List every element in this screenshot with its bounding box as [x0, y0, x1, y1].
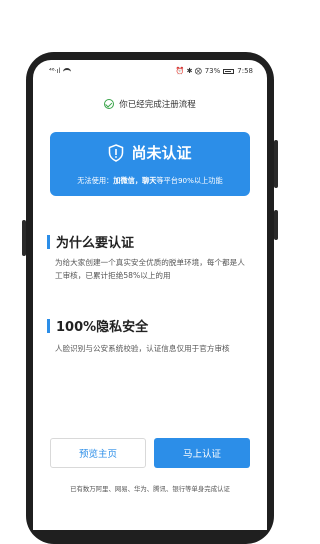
section-accent-bar — [47, 234, 50, 249]
registration-status: 你已经完成注册流程 — [33, 98, 267, 110]
battery-percent: 73% — [204, 67, 221, 75]
section-privacy-title-text: 100%隐私安全 — [56, 320, 149, 335]
section-why-title: 为什么要认证 — [47, 232, 134, 251]
battery-icon — [223, 68, 235, 74]
footer-note: 已有数万阿里、网易、华为、腾讯、银行等单身完成认证 — [70, 485, 230, 493]
phone-volume-button — [22, 220, 26, 256]
registration-text: 你已经完成注册流程 — [119, 100, 196, 110]
banner-title-row: 尚未认证 — [50, 142, 250, 163]
verification-banner: 尚未认证 无法使用：加微信，聊天等平台90%以上功能 — [50, 132, 250, 196]
check-circle-icon — [104, 99, 115, 109]
banner-title: 尚未认证 — [131, 144, 192, 162]
banner-desc-prefix: 无法使用： — [77, 176, 114, 185]
section-privacy-body: 人脸识别与公安系统校验，认证信息仅用于官方审核 — [55, 344, 230, 353]
preview-homepage-button[interactable]: 预览主页 — [50, 438, 146, 468]
status-left: ⁴⁶ᐧıl — [49, 67, 72, 75]
phone-side-button — [274, 140, 278, 188]
app-screen: ⁴⁶ᐧıl ⏰ ✱ ⨂ 73% 7:58 你已经完成注册流程 尚未认证 无法使用… — [33, 60, 267, 530]
section-why-title-text: 为什么要认证 — [56, 236, 135, 251]
section-accent-bar — [47, 318, 50, 333]
verify-now-button[interactable]: 马上认证 — [154, 438, 250, 468]
status-icons: ⏰ ✱ ⨂ — [175, 67, 202, 75]
status-right: ⏰ ✱ ⨂ 73% 7:58 — [176, 67, 253, 75]
section-why-body: 为给大家创建一个真实安全优质的脱单环境，每个都是人工审核，已累计拒绝58%以上的… — [55, 258, 245, 280]
banner-desc-suffix: 等平台90%以上功能 — [156, 176, 223, 185]
section-privacy-title: 100%隐私安全 — [47, 316, 148, 335]
banner-description: 无法使用：加微信，聊天等平台90%以上功能 — [50, 176, 250, 186]
banner-desc-highlight: 加微信，聊天 — [113, 176, 157, 185]
signal-icon: ⁴⁶ᐧıl — [49, 67, 61, 75]
shield-icon — [108, 143, 124, 162]
clock: 7:58 — [237, 67, 253, 75]
status-bar: ⁴⁶ᐧıl ⏰ ✱ ⨂ 73% 7:58 — [33, 60, 267, 78]
phone-power-button — [274, 210, 278, 240]
wifi-icon — [63, 68, 72, 74]
